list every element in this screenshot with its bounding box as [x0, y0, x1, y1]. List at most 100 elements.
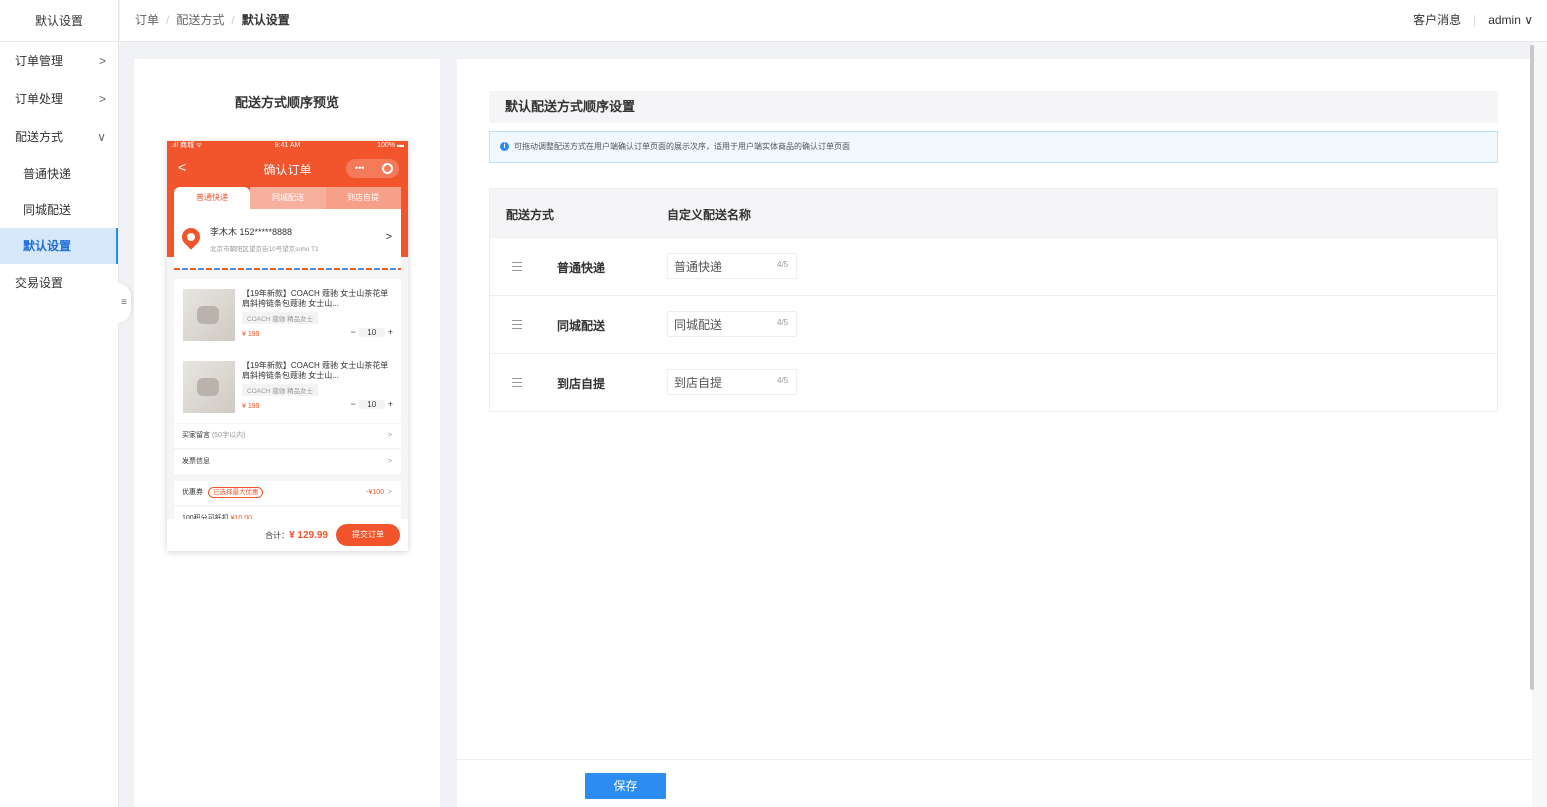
coupon-tag: 已选择最大优惠: [207, 487, 264, 498]
menu-item-order-manage[interactable]: 订单管理 >: [0, 42, 118, 80]
breadcrumb-current: 默认设置: [241, 13, 290, 27]
address-detail: 北京市朝阳区望京街10号望京soho T1: [210, 246, 319, 253]
table-row[interactable]: 到店自提 4/5: [490, 353, 1497, 411]
goods-item: 【19年新款】COACH 蔻驰 女士山茶花单肩斜挎链条包蔻驰 女士山... CO…: [174, 289, 401, 354]
sub-item-express[interactable]: 普通快递: [0, 156, 118, 192]
breadcrumb: 订单 / 配送方式 / 默认设置: [135, 0, 290, 40]
chevron-down-icon: ∨: [97, 130, 106, 144]
status-bar: .ıll 商城 ᯤ 9:41 AM 100% ▬: [167, 141, 408, 151]
submit-order-button: 提交订单: [336, 524, 400, 546]
column-header: 配送方式: [506, 208, 555, 222]
total-text: 合计：: [265, 531, 290, 540]
menu-item-label: 订单处理: [15, 92, 64, 106]
location-pin-icon: [178, 224, 204, 250]
buyer-message-row: 买家留言 (50字以内) >: [174, 424, 401, 448]
coupon-row: 优惠券 已选择最大优惠 -¥100 >: [174, 481, 401, 505]
breadcrumb-item[interactable]: 配送方式: [176, 13, 224, 27]
scrollbar-track: [1532, 42, 1547, 807]
top-right-actions: 客户消息 admin ∨: [1413, 0, 1533, 40]
chevron-right-icon: >: [385, 231, 392, 243]
invoice-row: 发票信息 >: [174, 450, 401, 474]
minus-icon: −: [350, 327, 356, 337]
topbar: 订单 / 配送方式 / 默认设置 客户消息 admin ∨: [120, 0, 1547, 42]
save-button[interactable]: 保存: [585, 773, 666, 799]
table-row[interactable]: 普通快递 4/5: [490, 237, 1497, 295]
menu-item-trade-settings[interactable]: 交易设置: [0, 264, 118, 302]
capsule-menu: •••: [346, 159, 399, 178]
delivery-method-name: 普通快递: [557, 261, 606, 275]
sub-item-default-settings[interactable]: 默认设置: [0, 228, 118, 264]
sidebar: 默认设置 订单管理 > 订单处理 > 配送方式 ∨ 普通快递 同城配送 默认设置…: [0, 0, 119, 807]
goods-spec: COACH 蔻驰 精品女士: [242, 384, 319, 396]
breadcrumb-separator: /: [231, 13, 235, 27]
goods-name: 【19年新款】COACH 蔻驰 女士山茶花单肩斜挎链条包蔻驰 女士山...: [242, 361, 389, 380]
phone-tab-express: 普通快递: [174, 187, 250, 209]
scrollbar[interactable]: [1530, 45, 1534, 690]
goods-price: ¥ 199: [242, 403, 260, 410]
plus-icon: +: [387, 327, 393, 337]
drag-handle-icon[interactable]: [512, 320, 522, 329]
sidebar-title: 默认设置: [0, 0, 118, 42]
menu-item-label: 订单管理: [15, 54, 64, 68]
goods-item: 【19年新款】COACH 蔻驰 女士山茶花单肩斜挎链条包蔻驰 女士山... CO…: [174, 361, 401, 426]
user-menu[interactable]: admin ∨: [1488, 13, 1533, 27]
minus-icon: −: [350, 399, 356, 409]
sub-item-city-delivery[interactable]: 同城配送: [0, 192, 118, 228]
menu-item-order-process[interactable]: 订单处理 >: [0, 80, 118, 118]
buyer-message-label: 买家留言: [182, 432, 210, 439]
phone-footer: 合计：¥ 129.99 提交订单: [167, 519, 408, 551]
coupon-label: 优惠券: [182, 489, 203, 496]
goods-image: [183, 361, 235, 413]
breadcrumb-separator: /: [166, 13, 170, 27]
goods-name: 【19年新款】COACH 蔻驰 女士山茶花单肩斜挎链条包蔻驰 女士山...: [242, 289, 389, 308]
invoice-label: 发票信息: [182, 458, 210, 465]
battery-icon: 100% ▬: [377, 142, 404, 149]
plus-icon: +: [387, 399, 393, 409]
quantity-value: 10: [358, 328, 385, 337]
section-title: 默认配送方式顺序设置: [489, 91, 1498, 123]
coupon-value: -¥100: [366, 489, 384, 496]
info-text: 可拖动调整配送方式在用户端确认订单页面的展示次序，适用于用户端实体商品的确认订单…: [514, 142, 850, 151]
chevron-right-icon: >: [387, 489, 392, 496]
char-count: 4/5: [777, 260, 789, 269]
settings-panel: 默认配送方式顺序设置 i 可拖动调整配送方式在用户端确认订单页面的展示次序，适用于…: [457, 59, 1533, 807]
goods-image: [183, 289, 235, 341]
more-icon: •••: [355, 163, 365, 173]
address-divider: [174, 268, 401, 270]
drag-handle-icon[interactable]: [512, 262, 522, 271]
phone-tab-pickup: 到店自提: [325, 187, 401, 209]
delivery-order-table: 配送方式 自定义配送名称 普通快递 4/5 同城配送 4/5 到店自提 4/5: [489, 188, 1498, 412]
goods-card: 【19年新款】COACH 蔻驰 女士山茶花单肩斜挎链条包蔻驰 女士山... CO…: [174, 279, 401, 423]
chevron-right-icon: >: [387, 458, 392, 465]
chevron-right-icon: >: [387, 432, 392, 439]
table-row[interactable]: 同城配送 4/5: [490, 295, 1497, 353]
preview-title: 配送方式顺序预览: [234, 95, 339, 110]
chevron-right-icon: >: [98, 54, 106, 68]
address-card: 李木木 152*****8888 北京市朝阳区望京街10号望京soho T1 >: [174, 209, 401, 269]
phone-nav: < 确认订单 •••: [167, 151, 408, 185]
delivery-method-name: 到店自提: [557, 377, 606, 391]
chevron-right-icon: >: [98, 92, 106, 106]
info-alert: i 可拖动调整配送方式在用户端确认订单页面的展示次序，适用于用户端实体商品的确认订…: [489, 131, 1498, 163]
column-header: 自定义配送名称: [667, 208, 752, 222]
char-count: 4/5: [777, 376, 789, 385]
info-icon: i: [500, 142, 509, 151]
table-header: 配送方式 自定义配送名称: [490, 189, 1497, 237]
breadcrumb-item[interactable]: 订单: [135, 13, 159, 27]
quantity-stepper: −10 +: [350, 399, 393, 409]
target-icon: [382, 163, 393, 174]
customer-messages-link[interactable]: 客户消息: [1413, 13, 1461, 27]
phone-tab-city: 同城配送: [250, 187, 326, 209]
goods-spec: COACH 蔻驰 精品女士: [242, 312, 319, 324]
total-amount: ¥ 129.99: [289, 530, 328, 541]
delivery-method-name: 同城配送: [557, 319, 606, 333]
drag-handle-icon[interactable]: [512, 378, 522, 387]
collapse-icon[interactable]: ≡: [117, 283, 131, 323]
status-time: 9:41 AM: [274, 142, 301, 149]
char-count: 4/5: [777, 318, 789, 327]
menu-item-delivery[interactable]: 配送方式 ∨: [0, 118, 118, 156]
goods-price: ¥ 199: [242, 331, 260, 338]
divider: [1474, 14, 1476, 27]
total-label: 合计：¥ 129.99: [265, 530, 328, 541]
buyer-message-hint: (50字以内): [211, 432, 246, 439]
